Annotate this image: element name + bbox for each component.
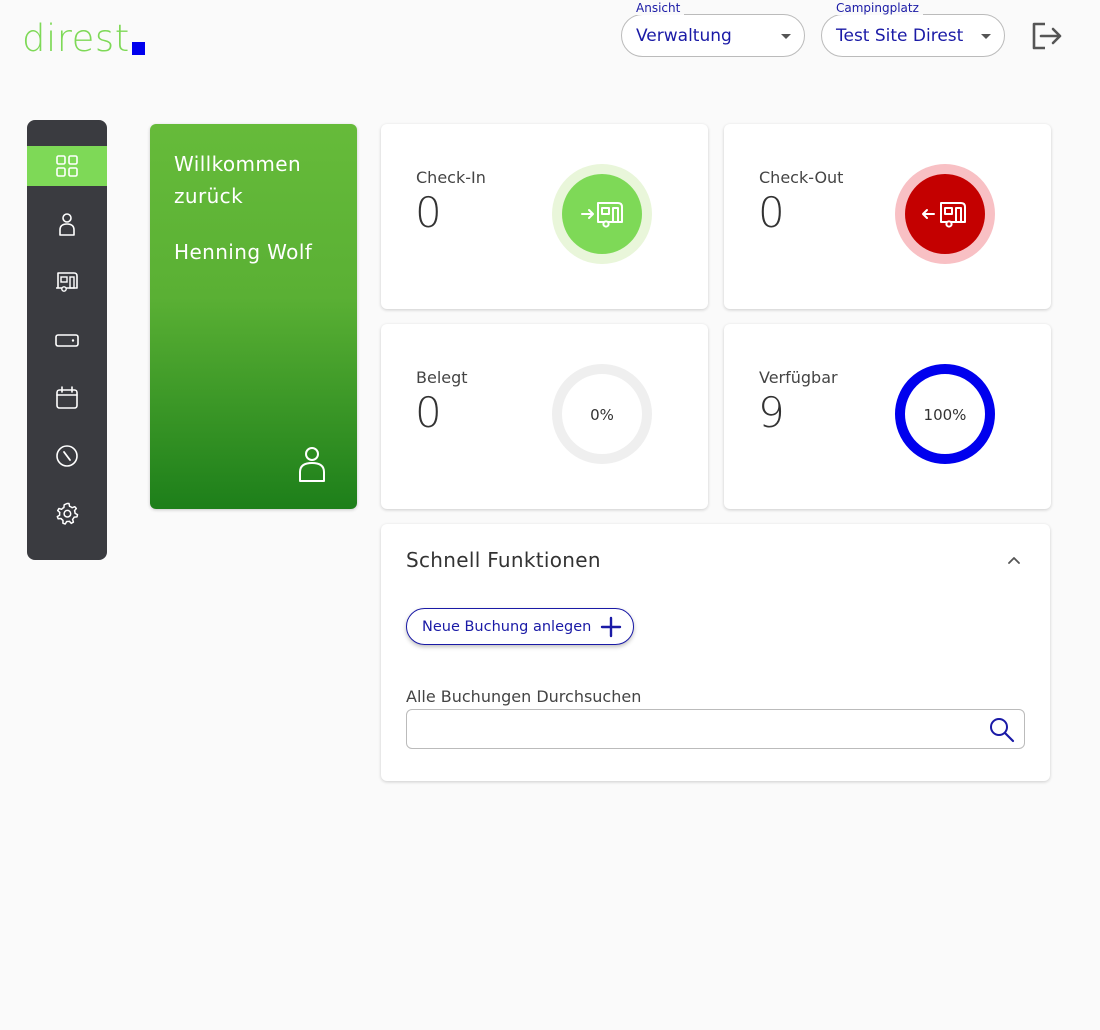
compass-icon — [56, 445, 78, 467]
available-card[interactable]: Verfügbar 9 100% — [724, 324, 1051, 509]
welcome-card: Willkommen zurück Henning Wolf — [150, 124, 357, 509]
available-percent: 100% — [924, 406, 967, 424]
occupied-card[interactable]: Belegt 0 0% — [381, 324, 708, 509]
sidebar-item-pitches[interactable] — [27, 262, 107, 302]
caret-down-icon — [781, 34, 791, 39]
person-icon — [299, 447, 325, 482]
checkout-label: Check-Out — [759, 168, 844, 187]
caravan-arrow-in-icon — [552, 164, 652, 264]
checkout-count: 0 — [758, 188, 785, 237]
sidebar-item-calendar[interactable] — [27, 378, 107, 418]
checkin-label: Check-In — [416, 168, 486, 187]
app-logo[interactable]: direst — [22, 17, 145, 60]
dashboard-grid-icon — [56, 155, 78, 177]
checkin-count: 0 — [415, 188, 442, 237]
booking-search-field[interactable] — [406, 709, 1025, 749]
logout-icon[interactable] — [1029, 20, 1063, 52]
available-label: Verfügbar — [759, 368, 838, 387]
search-icon[interactable] — [988, 716, 1015, 743]
available-progress-ring: 100% — [895, 364, 995, 464]
calendar-icon — [56, 386, 78, 409]
sidebar-item-settings[interactable] — [27, 494, 107, 534]
occupied-percent: 0% — [590, 406, 614, 424]
new-booking-button[interactable]: Neue Buchung anlegen — [406, 608, 634, 645]
occupied-progress-ring: 0% — [552, 364, 652, 464]
available-count: 9 — [758, 388, 785, 437]
sidebar-item-guests[interactable] — [27, 204, 107, 244]
campsite-select-label: Campingplatz — [832, 1, 923, 15]
sidebar-item-payments[interactable] — [27, 320, 107, 360]
user-name: Henning Wolf — [174, 240, 313, 264]
person-icon — [59, 213, 75, 236]
caret-down-icon — [981, 34, 991, 39]
welcome-greeting: Willkommen zurück — [174, 152, 302, 208]
occupied-label: Belegt — [416, 368, 468, 387]
sidebar-item-explore[interactable] — [27, 436, 107, 476]
occupied-count: 0 — [415, 388, 442, 437]
checkin-card[interactable]: Check-In 0 — [381, 124, 708, 309]
new-booking-label: Neue Buchung anlegen — [422, 618, 592, 635]
chevron-up-icon[interactable] — [1006, 554, 1022, 566]
campsite-select[interactable]: Campingplatz Test Site Direst — [821, 1, 1005, 57]
search-label: Alle Buchungen Durchsuchen — [406, 687, 642, 706]
wallet-icon — [55, 334, 79, 347]
sidebar-item-dashboard[interactable] — [27, 146, 107, 186]
view-select-label: Ansicht — [632, 1, 685, 15]
logo-square — [131, 42, 145, 55]
view-select[interactable]: Ansicht Verwaltung — [621, 1, 805, 57]
view-select-value: Verwaltung — [636, 26, 732, 46]
caravan-arrow-out-icon — [895, 164, 995, 264]
sidebar — [27, 120, 107, 560]
quick-functions-title: Schnell Funktionen — [406, 548, 601, 572]
caravan-icon — [56, 272, 78, 292]
plus-icon — [600, 616, 622, 638]
booking-search-input[interactable] — [417, 718, 977, 742]
checkout-card[interactable]: Check-Out 0 — [724, 124, 1051, 309]
gear-icon — [56, 502, 79, 525]
logo-text: direst — [22, 17, 130, 60]
campsite-select-value: Test Site Direst — [836, 26, 964, 46]
quick-functions-panel: Schnell Funktionen Neue Buchung anlegen … — [381, 524, 1050, 781]
